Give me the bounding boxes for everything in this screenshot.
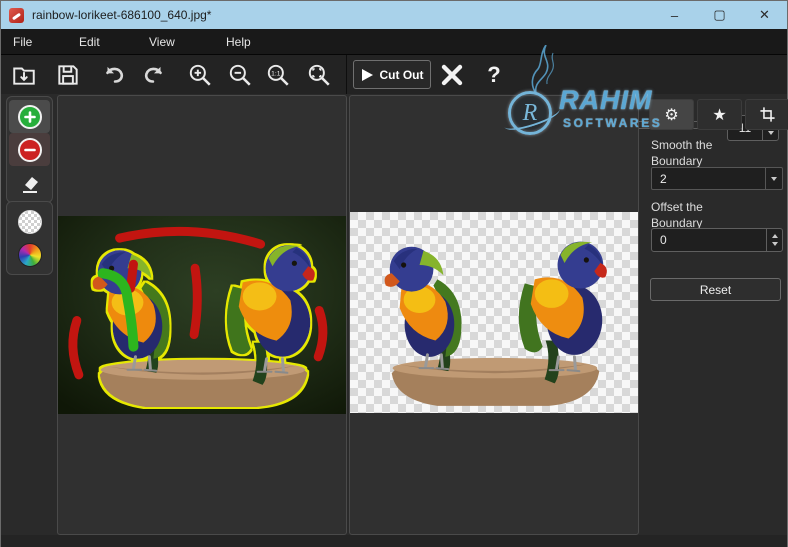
close-button[interactable]: ✕ bbox=[742, 1, 787, 29]
smooth-boundary-label: Smooth the Boundary bbox=[651, 138, 713, 169]
offset-boundary-spinbox[interactable]: 0 bbox=[651, 228, 783, 252]
zoom-actual-icon[interactable]: 1:1 bbox=[263, 60, 293, 90]
menu-edit[interactable]: Edit bbox=[73, 29, 106, 55]
redo-icon[interactable] bbox=[139, 60, 169, 90]
result-image-panel bbox=[349, 95, 639, 535]
cut-out-label: Cut Out bbox=[379, 67, 424, 82]
play-icon bbox=[361, 68, 373, 81]
background-color-button[interactable] bbox=[9, 238, 50, 271]
crop-icon bbox=[760, 107, 775, 122]
tab-effects[interactable]: ★ bbox=[697, 99, 742, 130]
chevron-down-icon bbox=[771, 176, 777, 181]
eraser-button[interactable] bbox=[9, 166, 50, 199]
spin-up-icon[interactable] bbox=[771, 233, 778, 238]
menu-help[interactable]: Help bbox=[220, 29, 257, 55]
offset-boundary-label: Offset the Boundary bbox=[651, 200, 703, 231]
zoom-out-icon[interactable] bbox=[225, 60, 255, 90]
svg-text:1:1: 1:1 bbox=[271, 71, 281, 78]
background-style-group bbox=[6, 201, 53, 275]
minus-icon bbox=[17, 137, 42, 162]
app-window: rainbow-lorikeet-686100_640.jpg* – ▢ ✕ F… bbox=[0, 0, 788, 547]
checkerboard-icon bbox=[17, 209, 42, 234]
gear-icon: ⚙ bbox=[664, 106, 679, 124]
source-image-panel bbox=[57, 95, 347, 535]
minimize-button[interactable]: – bbox=[652, 1, 697, 29]
plus-icon bbox=[17, 104, 42, 129]
foreground-marker-button[interactable] bbox=[9, 100, 50, 133]
color-wheel-icon bbox=[17, 242, 42, 267]
background-marker-button[interactable] bbox=[9, 133, 50, 166]
zoom-fit-icon[interactable] bbox=[304, 60, 334, 90]
zoom-in-icon[interactable] bbox=[185, 60, 215, 90]
tab-boundary-settings[interactable]: ⚙ bbox=[649, 99, 694, 130]
undo-icon[interactable] bbox=[99, 60, 129, 90]
open-file-icon[interactable] bbox=[9, 60, 39, 90]
marker-tool-group bbox=[6, 96, 53, 203]
toolbar: 1:1 Cut Out ? Marker Size 11 bbox=[1, 55, 787, 141]
menubar: File Edit View Help bbox=[1, 29, 787, 55]
transparent-background-button[interactable] bbox=[9, 205, 50, 238]
smooth-boundary-dropdown[interactable]: 2 bbox=[651, 167, 783, 190]
result-photo-canvas[interactable] bbox=[350, 212, 638, 413]
offset-boundary-value: 0 bbox=[660, 233, 667, 247]
menu-file[interactable]: File bbox=[7, 29, 38, 55]
eraser-icon bbox=[22, 176, 38, 193]
spin-down-icon[interactable] bbox=[771, 242, 778, 247]
menu-view[interactable]: View bbox=[143, 29, 181, 55]
smooth-boundary-value: 2 bbox=[660, 171, 667, 186]
help-icon[interactable]: ? bbox=[479, 60, 509, 90]
cut-out-button[interactable]: Cut Out bbox=[353, 60, 431, 89]
window-title: rainbow-lorikeet-686100_640.jpg* bbox=[32, 8, 212, 22]
titlebar: rainbow-lorikeet-686100_640.jpg* – ▢ ✕ bbox=[1, 1, 787, 29]
star-icon: ★ bbox=[712, 106, 727, 124]
source-photo-canvas[interactable] bbox=[58, 216, 346, 414]
settings-panel: ⚙ ★ Smooth the Boundary 2 Offset the Bou… bbox=[647, 95, 788, 547]
app-icon bbox=[9, 7, 24, 23]
settings-tabs: ⚙ ★ bbox=[649, 99, 788, 130]
save-icon[interactable] bbox=[53, 60, 83, 90]
tab-crop[interactable] bbox=[745, 99, 788, 130]
bottom-strip bbox=[1, 535, 787, 547]
clear-markers-icon[interactable] bbox=[437, 60, 467, 90]
reset-button[interactable]: Reset bbox=[650, 278, 781, 301]
maximize-button[interactable]: ▢ bbox=[697, 1, 742, 29]
